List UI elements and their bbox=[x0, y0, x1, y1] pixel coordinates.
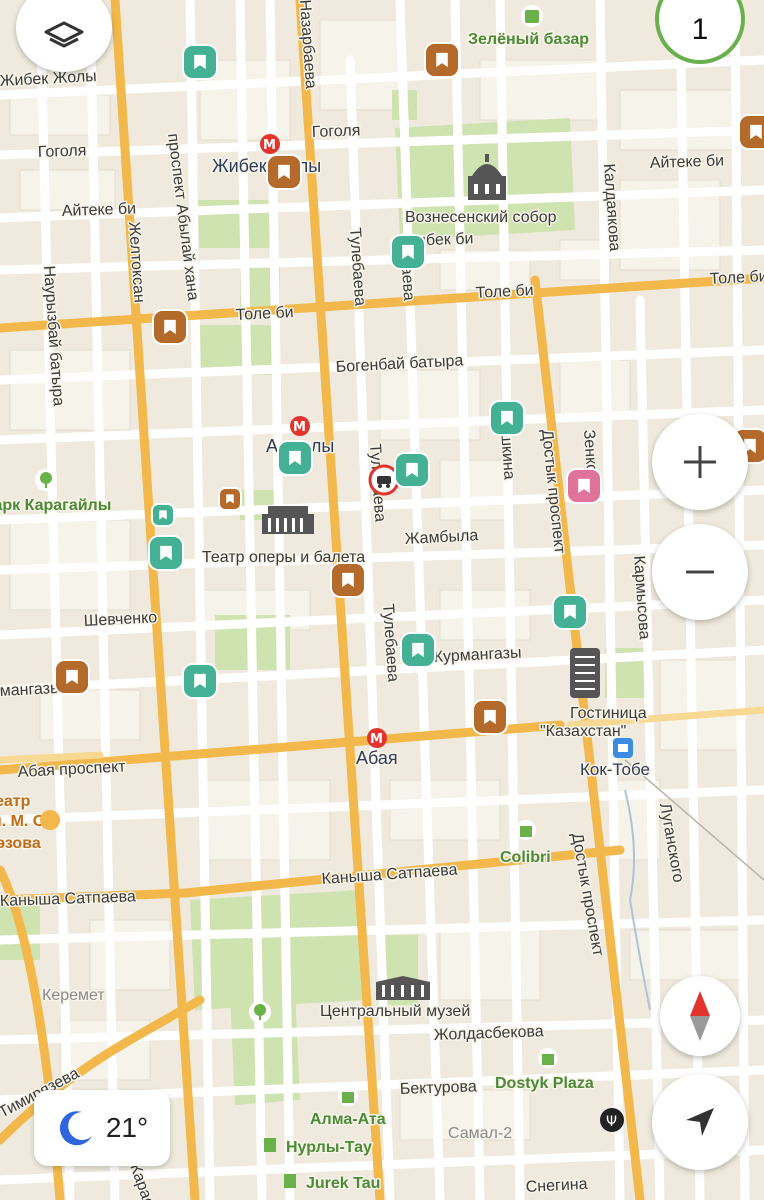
place-label: Самал-2 bbox=[448, 1125, 512, 1142]
place-label: Гостиница bbox=[570, 705, 647, 722]
street-label: Айтеке би bbox=[62, 200, 137, 220]
bookmark-pin[interactable] bbox=[148, 535, 184, 571]
shop-icon[interactable] bbox=[338, 1086, 358, 1106]
compass-icon bbox=[690, 991, 710, 1041]
place-label: Вознесенский собор bbox=[405, 209, 557, 226]
counter-value: 1 bbox=[691, 13, 709, 46]
city-map[interactable]: Жибек Жолы Гоголя Гоголя Айтеке би Айтек… bbox=[0, 0, 764, 1200]
restaurant-icon[interactable]: Ψ bbox=[600, 1108, 624, 1132]
weather-temperature: 21° bbox=[105, 1112, 149, 1143]
shop-icon[interactable] bbox=[538, 1048, 558, 1068]
bookmark-pin[interactable] bbox=[400, 632, 436, 668]
place-label: Нурлы-Тау bbox=[286, 1139, 372, 1156]
bookmark-pin[interactable] bbox=[472, 699, 508, 735]
bookmark-pin[interactable] bbox=[552, 594, 588, 630]
hotel-icon[interactable] bbox=[570, 648, 600, 698]
place-label: Кок-Тобе bbox=[580, 760, 650, 779]
bookmark-pin[interactable] bbox=[277, 440, 313, 476]
street-label: Бектурова bbox=[400, 1078, 478, 1098]
bookmark-pin[interactable] bbox=[566, 468, 602, 504]
theatre-icon[interactable] bbox=[262, 506, 314, 534]
tree-icon[interactable] bbox=[249, 1001, 271, 1023]
weather-widget[interactable]: 21° bbox=[34, 1090, 170, 1166]
navigation-arrow-icon bbox=[686, 1108, 714, 1136]
place-label: Керемет bbox=[42, 987, 105, 1004]
zoom-in-button[interactable] bbox=[652, 414, 748, 510]
metro-station-label: Абая bbox=[356, 748, 398, 768]
bookmark-pin[interactable] bbox=[489, 400, 525, 436]
street-label: Толе би bbox=[475, 282, 534, 302]
place-label: "Казахстан" bbox=[540, 723, 626, 740]
metro-icon[interactable]: M bbox=[260, 134, 280, 154]
traffic-camera-icon[interactable] bbox=[368, 464, 400, 496]
my-location-button[interactable] bbox=[652, 1074, 748, 1170]
street-label: Толе би bbox=[235, 304, 294, 324]
bookmark-pin[interactable] bbox=[182, 44, 218, 80]
bookmark-pin[interactable] bbox=[738, 114, 764, 150]
market-icon[interactable] bbox=[521, 5, 543, 27]
bookmark-pin[interactable] bbox=[151, 503, 175, 527]
residential-icon[interactable] bbox=[264, 1138, 276, 1152]
svg-text:M: M bbox=[293, 420, 306, 435]
moon-icon bbox=[59, 1111, 92, 1146]
bookmark-pin[interactable] bbox=[394, 452, 430, 488]
place-label: Алма-Ата bbox=[310, 1111, 386, 1128]
metro-icon[interactable]: M bbox=[290, 416, 310, 436]
place-label: Colibri bbox=[500, 849, 551, 866]
cable-car-icon[interactable] bbox=[613, 738, 633, 758]
street-label: Толе би bbox=[709, 268, 764, 288]
place-label: Центральный музей bbox=[320, 1003, 470, 1020]
tree-icon[interactable] bbox=[35, 469, 57, 491]
bookmark-pin[interactable] bbox=[390, 234, 426, 270]
metro-icon[interactable]: M bbox=[367, 728, 387, 748]
place-label: Зелёный базар bbox=[468, 31, 589, 48]
plus-icon bbox=[684, 446, 716, 478]
bookmark-pin[interactable] bbox=[54, 659, 90, 695]
shop-icon[interactable] bbox=[516, 820, 536, 840]
zoom-out-button[interactable] bbox=[652, 524, 748, 620]
bookmark-pin[interactable] bbox=[218, 487, 242, 511]
bookmark-pin[interactable] bbox=[182, 663, 218, 699]
bookmark-pin[interactable] bbox=[424, 42, 460, 78]
bookmark-pin[interactable] bbox=[152, 309, 188, 345]
place-label: Театр bbox=[0, 793, 31, 810]
street-label: Айтеке би bbox=[650, 152, 725, 172]
bookmark-pin[interactable] bbox=[330, 562, 366, 598]
place-label: Ауэзова bbox=[0, 835, 41, 852]
minus-icon bbox=[686, 570, 714, 574]
street-label: мангазы bbox=[0, 680, 62, 700]
compass-button[interactable] bbox=[660, 976, 740, 1056]
place-label: Dostyk Plaza bbox=[495, 1075, 594, 1092]
svg-text:M: M bbox=[263, 138, 276, 153]
place-label: Парк Карагайлы bbox=[0, 497, 111, 514]
street-label: Снегина bbox=[525, 1176, 588, 1196]
theatre-masks-icon[interactable] bbox=[40, 810, 60, 830]
place-label: Jurek Tau bbox=[306, 1175, 380, 1192]
bookmark-pin[interactable] bbox=[266, 154, 302, 190]
svg-text:M: M bbox=[370, 732, 383, 747]
street-label: Гоголя bbox=[312, 122, 361, 141]
svg-text:Ψ: Ψ bbox=[606, 1114, 617, 1130]
layers-icon bbox=[44, 21, 84, 48]
street-label: Гоголя bbox=[38, 142, 87, 161]
residential-icon[interactable] bbox=[284, 1174, 296, 1188]
